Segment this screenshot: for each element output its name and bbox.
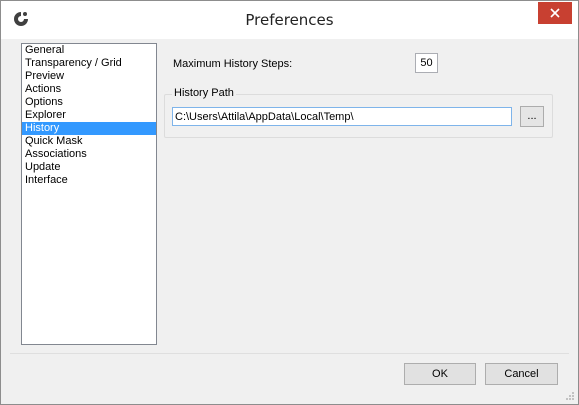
nav-item-associations[interactable]: Associations — [22, 148, 156, 161]
nav-item-quick-mask[interactable]: Quick Mask — [22, 135, 156, 148]
footer-divider — [10, 353, 569, 354]
nav-item-transparency-grid[interactable]: Transparency / Grid — [22, 57, 156, 70]
cancel-button[interactable]: Cancel — [485, 363, 558, 385]
nav-item-preview[interactable]: Preview — [22, 70, 156, 83]
nav-item-interface[interactable]: Interface — [22, 174, 156, 187]
category-list[interactable]: General Transparency / Grid Preview Acti… — [21, 43, 157, 345]
history-path-group-label: History Path — [172, 87, 236, 99]
max-history-steps-input[interactable]: 50 — [415, 53, 438, 73]
nav-item-general[interactable]: General — [22, 44, 156, 57]
history-path-input[interactable]: C:\Users\Attila\AppData\Local\Temp\ — [172, 107, 512, 126]
nav-item-explorer[interactable]: Explorer — [22, 109, 156, 122]
max-history-steps-label: Maximum History Steps: — [173, 58, 293, 70]
title-bar[interactable]: Preferences — [1, 1, 578, 39]
resize-grip-icon[interactable] — [565, 391, 575, 401]
preferences-window: Preferences General Transparency / Grid … — [0, 0, 579, 405]
nav-item-actions[interactable]: Actions — [22, 83, 156, 96]
nav-item-history[interactable]: History — [22, 122, 156, 135]
content-panel: General Transparency / Grid Preview Acti… — [10, 39, 569, 353]
close-icon — [550, 8, 560, 18]
window-title: Preferences — [245, 11, 334, 29]
close-button[interactable] — [538, 2, 572, 24]
nav-item-update[interactable]: Update — [22, 161, 156, 174]
nav-item-options[interactable]: Options — [22, 96, 156, 109]
browse-button[interactable]: ... — [520, 106, 544, 127]
ok-button[interactable]: OK — [404, 363, 476, 385]
